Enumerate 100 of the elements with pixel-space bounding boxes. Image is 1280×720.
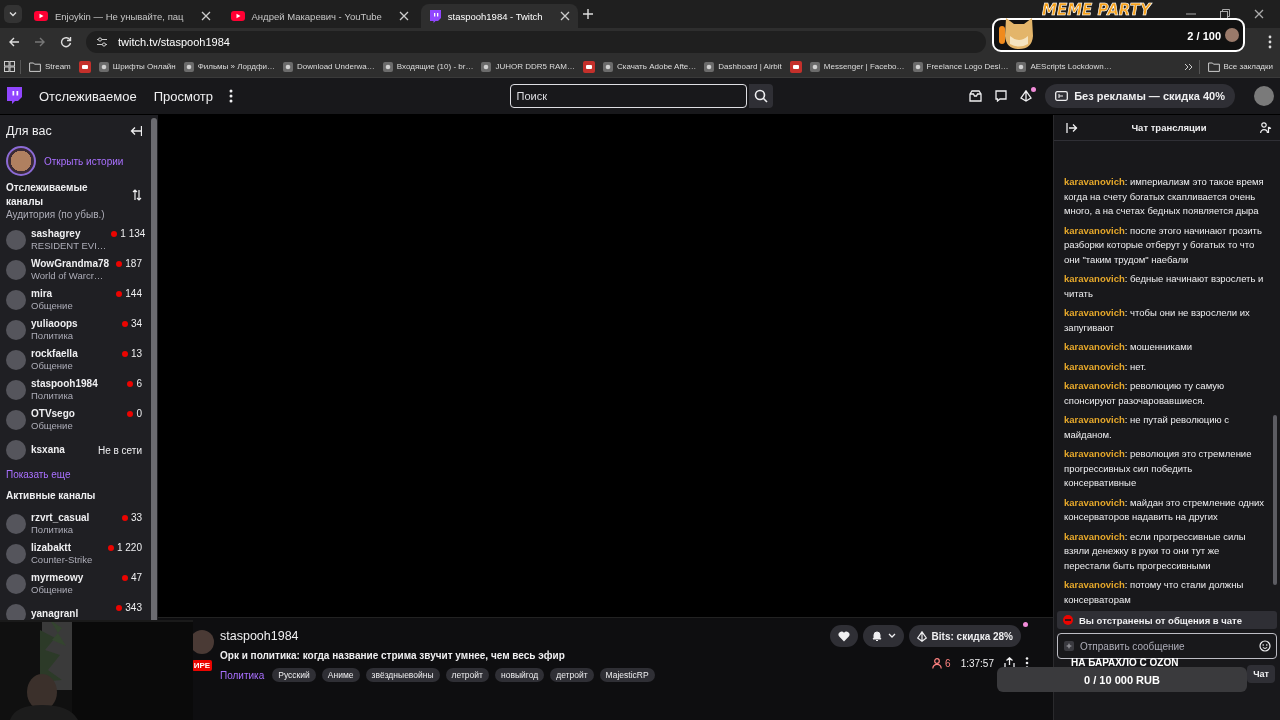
bookmark-icon[interactable] xyxy=(789,60,802,73)
collapse-icon[interactable] xyxy=(1066,122,1078,133)
scrollbar[interactable] xyxy=(151,118,157,623)
chat-button[interactable]: Чат xyxy=(1247,665,1275,683)
bookmark-link[interactable]: JUHOR DDR5 RAM… xyxy=(478,59,578,74)
bookmark-link[interactable]: Фильмы » Лордфи… xyxy=(180,59,278,74)
viewer-count: 33 xyxy=(130,512,142,523)
channel-name[interactable]: OTVsego xyxy=(31,408,75,420)
heart-icon xyxy=(837,630,850,642)
nav-link[interactable]: Отслеживаемое xyxy=(39,88,137,104)
category-link[interactable]: Политика xyxy=(220,669,265,681)
browser-tab[interactable]: staspooh1984 - Twitch xyxy=(420,4,578,28)
user-avatar[interactable] xyxy=(1254,86,1274,106)
diamond-icon[interactable] xyxy=(1020,90,1033,102)
close-icon[interactable] xyxy=(398,11,409,21)
channel-name[interactable]: staspooh1984 xyxy=(31,378,98,390)
channel-name[interactable]: staspooh1984 xyxy=(220,629,824,643)
sort-icon[interactable] xyxy=(132,189,142,201)
chat-input[interactable]: Отправить сообщение xyxy=(1057,633,1277,659)
chevron-double-right-icon[interactable] xyxy=(1183,61,1194,72)
caret-icon xyxy=(887,633,896,639)
apps-grid-icon[interactable] xyxy=(4,61,15,72)
bookmark-link[interactable]: Dashboard | Airbit xyxy=(701,59,785,74)
chat-username[interactable]: karavanovich xyxy=(1064,341,1125,352)
bookmark-link[interactable]: Freelance Logo Desi… xyxy=(909,59,1012,74)
tag[interactable]: детройт xyxy=(550,668,594,682)
browser-tab[interactable]: Enjoykin — Не унывайте, пац xyxy=(26,4,219,28)
chat-username[interactable]: karavanovich xyxy=(1064,496,1125,508)
scrollbar[interactable] xyxy=(1273,415,1277,585)
tag[interactable]: звёздныевойны xyxy=(365,668,440,682)
chevron-down-icon[interactable] xyxy=(4,5,22,23)
back-icon[interactable] xyxy=(8,36,20,48)
share-icon[interactable] xyxy=(1004,657,1015,669)
close-icon[interactable] xyxy=(559,11,570,21)
channel-name[interactable]: yanagranl xyxy=(31,608,79,620)
story-avatar[interactable] xyxy=(6,146,36,176)
viewer-count: 1 220 xyxy=(116,542,142,553)
collapse-icon[interactable] xyxy=(130,126,142,136)
stories-link[interactable]: Открыть истории xyxy=(44,155,124,167)
site-settings-icon[interactable] xyxy=(96,36,108,48)
tag[interactable]: Аниме xyxy=(321,668,360,682)
ad-free-promo-button[interactable]: Без рекламы — скидка 40% xyxy=(1045,84,1235,108)
channel-name[interactable]: rzvrt_casual xyxy=(31,512,90,524)
chat-username[interactable]: karavanovich xyxy=(1064,414,1125,425)
follow-button[interactable] xyxy=(829,625,858,647)
chat-username[interactable]: karavanovich xyxy=(1064,176,1125,187)
search-button[interactable] xyxy=(748,84,773,108)
kebab-menu-icon[interactable] xyxy=(1268,35,1272,49)
chat-username[interactable]: karavanovich xyxy=(1064,380,1125,391)
bookmark-link[interactable]: Messenger | Facebo… xyxy=(806,59,908,74)
tag[interactable]: новыйгод xyxy=(494,668,545,682)
plus-icon[interactable] xyxy=(581,8,594,20)
address-bar[interactable]: twitch.tv/staspooh1984 xyxy=(86,31,986,53)
channel-name[interactable]: rockfaella xyxy=(31,348,78,360)
browser-tab[interactable]: Андрей Макаревич - YouTube xyxy=(222,4,417,28)
bookmark-link[interactable]: Входящие (10) - br… xyxy=(379,59,477,74)
users-icon[interactable] xyxy=(1260,121,1272,134)
reload-icon[interactable] xyxy=(60,36,72,48)
bookmark-link[interactable]: Download Underwa… xyxy=(279,59,378,74)
chat-username[interactable]: karavanovich xyxy=(1064,579,1125,590)
tag[interactable]: Русский xyxy=(272,668,316,682)
diamond-icon xyxy=(916,630,927,642)
channel-name[interactable]: ksxana xyxy=(31,444,65,456)
forward-icon[interactable] xyxy=(34,36,46,48)
twitch-logo-icon[interactable] xyxy=(6,87,22,105)
chat-username[interactable]: karavanovich xyxy=(1064,224,1125,236)
bookmark-folder[interactable]: Все закладки xyxy=(1204,59,1276,74)
channel-name[interactable]: WowGrandma78 xyxy=(31,258,110,270)
bookmark-link[interactable]: Скачать Adobe Afte… xyxy=(599,59,700,74)
close-icon[interactable] xyxy=(200,11,211,21)
close-icon[interactable] xyxy=(1254,9,1264,19)
search-field[interactable]: Поиск xyxy=(509,84,747,108)
notifications-button[interactable] xyxy=(862,625,904,647)
channel-name[interactable]: sashagrey xyxy=(31,228,81,240)
chat-username[interactable]: karavanovich xyxy=(1064,448,1125,459)
chat-username[interactable]: karavanovich xyxy=(1064,273,1125,284)
channel-name[interactable]: myrmeowy xyxy=(31,572,84,584)
channel-name[interactable]: mira xyxy=(31,288,53,300)
bookmark-link[interactable]: Шрифты Онлайн xyxy=(95,59,179,74)
show-more-link[interactable]: Показать еще xyxy=(6,469,142,480)
search-icon xyxy=(753,89,768,103)
video-play-icon xyxy=(34,11,48,21)
tag[interactable]: MajesticRP xyxy=(599,668,655,682)
chat-username[interactable]: karavanovich xyxy=(1064,360,1125,372)
smiley-icon[interactable] xyxy=(1259,640,1271,652)
channel-name[interactable]: lizabaktt xyxy=(31,542,71,554)
bookmark-link[interactable]: AEScripts Lockdown… xyxy=(1013,59,1115,74)
chat-username[interactable]: karavanovich xyxy=(1064,530,1125,542)
channel-name[interactable]: yuliaoops xyxy=(31,318,78,330)
nav-link[interactable]: Просмотр xyxy=(153,88,214,104)
tag[interactable]: летройт xyxy=(445,668,489,682)
bookmark-icon[interactable] xyxy=(582,60,595,73)
inbox-icon[interactable] xyxy=(969,90,983,102)
restore-icon[interactable] xyxy=(1220,9,1230,19)
chat-bubble-icon[interactable] xyxy=(995,90,1008,102)
bookmark-icon[interactable] xyxy=(78,60,91,73)
more-icon[interactable] xyxy=(229,89,234,103)
chat-username[interactable]: karavanovich xyxy=(1064,307,1125,318)
bookmark-folder[interactable]: Stream xyxy=(26,59,74,74)
chat-title: Чат трансляции xyxy=(1131,122,1207,133)
